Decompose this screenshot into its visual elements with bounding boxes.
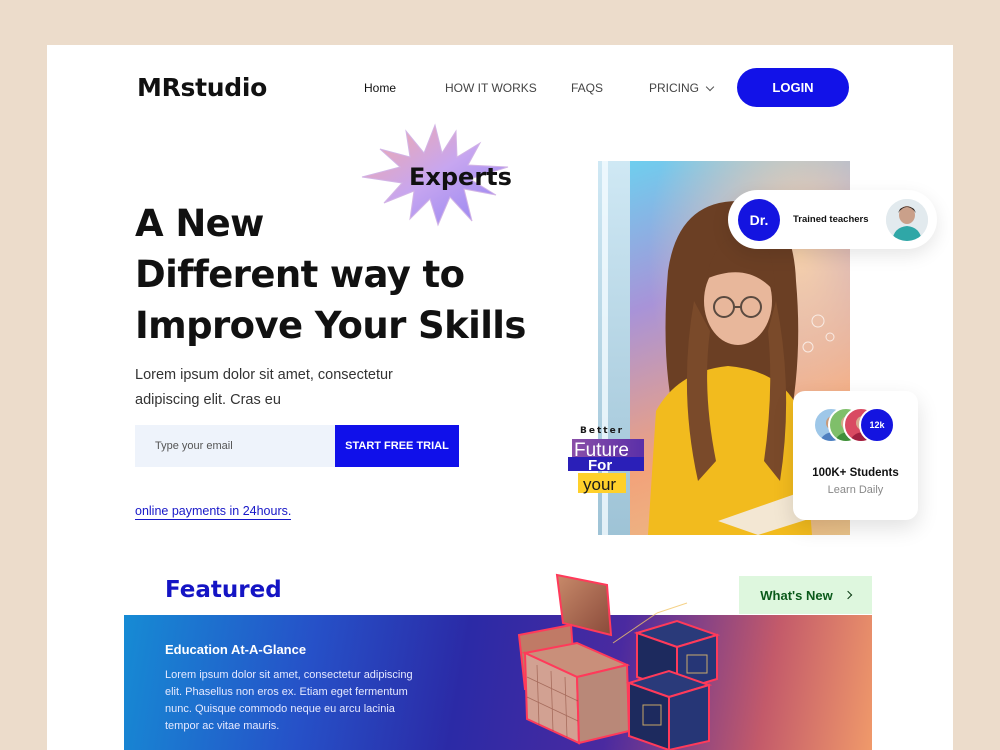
nav-faqs-link[interactable]: FAQS bbox=[571, 81, 603, 95]
headline-line-3: Improve Your Skills bbox=[135, 304, 526, 347]
chevron-right-icon bbox=[843, 590, 852, 600]
whats-new-label: What's New bbox=[760, 587, 833, 603]
brand-logo[interactable]: MRstudio bbox=[137, 73, 267, 102]
email-input[interactable]: Type your email bbox=[135, 425, 335, 467]
nav-how-it-works-link[interactable]: HOW IT WORKS bbox=[445, 81, 537, 95]
cubes-illustration bbox=[517, 573, 721, 750]
sticker-line-4: your bbox=[583, 475, 616, 494]
teacher-avatar bbox=[886, 199, 928, 241]
future-sticker: Better Future For your bbox=[568, 426, 644, 494]
students-subtext: Learn Daily bbox=[827, 484, 884, 496]
chevron-down-icon bbox=[705, 82, 715, 91]
whats-new-button[interactable]: What's New bbox=[739, 576, 872, 614]
sticker-line-3: For bbox=[588, 457, 612, 474]
hero-headline: A New Different way to Improve Your Skil… bbox=[135, 198, 526, 351]
experts-badge-label: Experts bbox=[409, 163, 512, 191]
students-count: 100K+ Students bbox=[812, 467, 899, 479]
login-button[interactable]: LOGIN bbox=[737, 68, 849, 107]
trained-teachers-card: Dr. Trained teachers bbox=[728, 190, 937, 249]
hero-subtext: Lorem ipsum dolor sit amet, consectetur … bbox=[135, 367, 393, 408]
headline-line-2: Different way to bbox=[135, 253, 465, 296]
banner-body: Lorem ipsum dolor sit amet, consectetur … bbox=[165, 669, 413, 732]
start-free-trial-button[interactable]: START FREE TRIAL bbox=[335, 425, 459, 467]
nav-pricing-dropdown[interactable]: PRICING bbox=[649, 81, 715, 95]
dr-badge: Dr. bbox=[738, 199, 780, 241]
trained-teachers-label: Trained teachers bbox=[793, 214, 869, 225]
nav-pricing-label: PRICING bbox=[649, 81, 700, 95]
students-card: 12k 100K+ Students Learn Daily bbox=[793, 391, 918, 520]
students-12k-badge: 12k bbox=[859, 407, 895, 443]
featured-banner: Education At-A-Glance Lorem ipsum dolor … bbox=[124, 615, 872, 750]
featured-heading: Featured bbox=[165, 577, 282, 603]
sticker-line-1: Better bbox=[580, 426, 624, 436]
headline-line-1: A New bbox=[135, 202, 264, 245]
landing-page-card: MRstudio Home HOW IT WORKS FAQS PRICING … bbox=[47, 45, 953, 750]
online-payments-link[interactable]: online payments in 24hours. bbox=[135, 504, 292, 520]
nav-home-link[interactable]: Home bbox=[364, 81, 396, 95]
banner-title: Education At-A-Glance bbox=[165, 642, 307, 657]
